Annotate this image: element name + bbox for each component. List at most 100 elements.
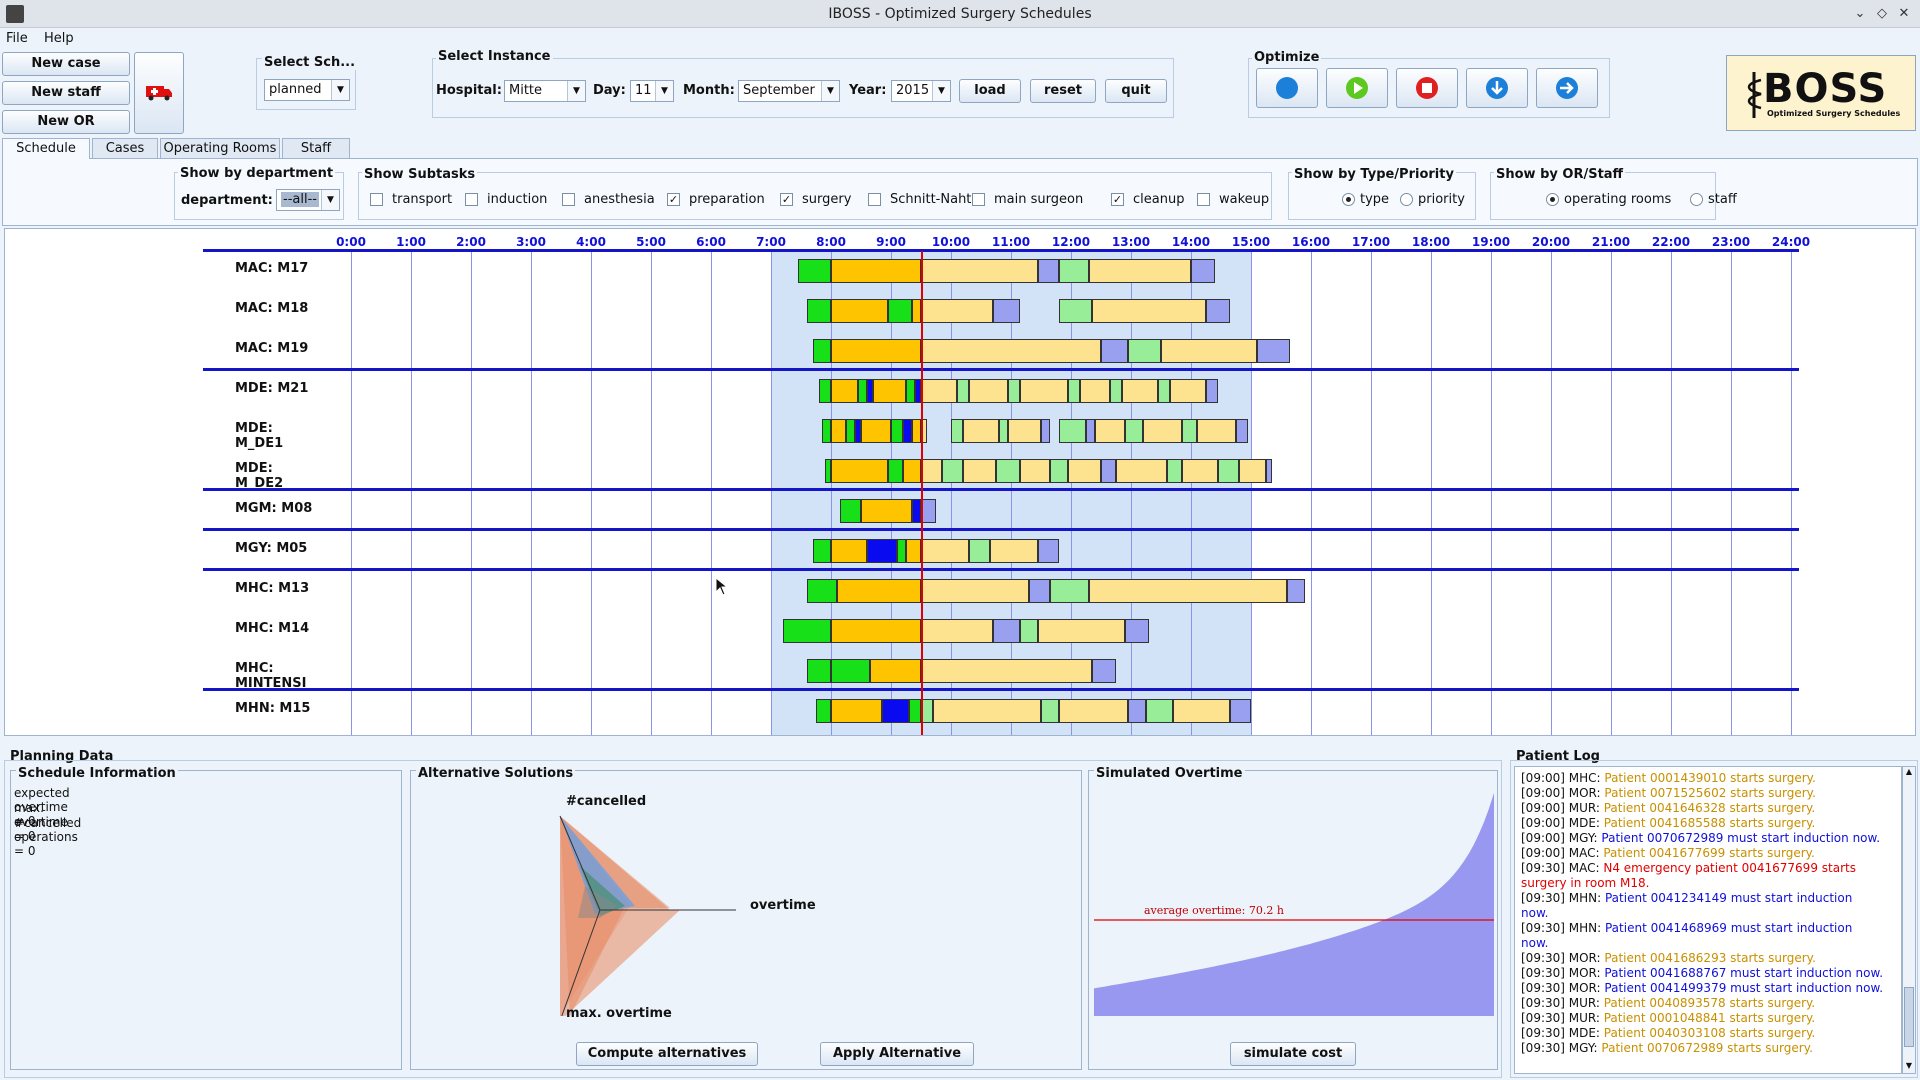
surgery-block[interactable] xyxy=(831,419,846,443)
surgery-block[interactable] xyxy=(921,259,1038,283)
surgery-block[interactable] xyxy=(942,459,963,483)
checkbox-schnitt-naht[interactable] xyxy=(868,193,881,206)
surgery-block[interactable] xyxy=(1167,459,1182,483)
surgery-block[interactable] xyxy=(990,539,1038,563)
surgery-block[interactable] xyxy=(1182,419,1197,443)
surgery-block[interactable] xyxy=(1206,299,1230,323)
surgery-block[interactable] xyxy=(996,459,1020,483)
quit-button[interactable]: quit xyxy=(1105,79,1167,103)
new-or-button[interactable]: New OR xyxy=(2,110,130,134)
surgery-block[interactable] xyxy=(798,259,831,283)
surgery-block[interactable] xyxy=(831,299,888,323)
surgery-block[interactable] xyxy=(912,299,921,323)
surgery-block[interactable] xyxy=(861,499,912,523)
surgery-block[interactable] xyxy=(897,539,906,563)
surgery-block[interactable] xyxy=(1020,619,1038,643)
surgery-block[interactable] xyxy=(888,299,912,323)
surgery-block[interactable] xyxy=(783,619,831,643)
surgery-block[interactable] xyxy=(906,379,915,403)
surgery-block[interactable] xyxy=(891,419,903,443)
checkbox-main-surgeon[interactable] xyxy=(972,193,985,206)
surgery-block[interactable] xyxy=(1059,419,1086,443)
surgery-block[interactable] xyxy=(921,379,957,403)
surgery-block[interactable] xyxy=(1182,459,1218,483)
refresh-button[interactable] xyxy=(1256,68,1318,108)
tab-staff[interactable]: Staff xyxy=(282,138,350,158)
checkbox-preparation[interactable]: ✓ xyxy=(667,193,680,206)
surgery-block[interactable] xyxy=(1158,379,1170,403)
simulate-cost-button[interactable]: simulate cost xyxy=(1230,1042,1356,1066)
surgery-block[interactable] xyxy=(1125,619,1149,643)
surgery-block[interactable] xyxy=(1029,579,1050,603)
radio-operating-rooms[interactable] xyxy=(1546,193,1559,206)
month-combo[interactable]: September ▼ xyxy=(738,80,840,102)
surgery-block[interactable] xyxy=(1020,379,1068,403)
surgery-block[interactable] xyxy=(1038,259,1059,283)
surgery-block[interactable] xyxy=(861,419,891,443)
tab-operating-rooms[interactable]: Operating Rooms xyxy=(160,138,280,158)
surgery-block[interactable] xyxy=(1122,379,1158,403)
surgery-block[interactable] xyxy=(819,379,831,403)
surgery-block[interactable] xyxy=(921,459,942,483)
checkbox-wakeup[interactable] xyxy=(1197,193,1210,206)
surgery-block[interactable] xyxy=(1239,459,1266,483)
department-combo[interactable]: --all-- ▼ xyxy=(276,189,340,211)
year-combo[interactable]: 2015 ▼ xyxy=(891,80,951,102)
forward-button[interactable] xyxy=(1536,68,1598,108)
surgery-block[interactable] xyxy=(831,459,888,483)
surgery-block[interactable] xyxy=(831,539,867,563)
surgery-block[interactable] xyxy=(1191,259,1215,283)
surgery-block[interactable] xyxy=(921,619,993,643)
surgery-block[interactable] xyxy=(1116,459,1167,483)
surgery-block[interactable] xyxy=(969,539,990,563)
surgery-block[interactable] xyxy=(993,299,1020,323)
surgery-block[interactable] xyxy=(1143,419,1182,443)
surgery-block[interactable] xyxy=(1059,699,1128,723)
surgery-block[interactable] xyxy=(1050,579,1089,603)
surgery-block[interactable] xyxy=(1041,699,1059,723)
surgery-block[interactable] xyxy=(1125,419,1143,443)
menu-help[interactable]: Help xyxy=(44,31,74,46)
surgery-block[interactable] xyxy=(813,539,831,563)
surgery-block[interactable] xyxy=(1230,699,1251,723)
surgery-block[interactable] xyxy=(921,299,993,323)
tab-schedule[interactable]: Schedule xyxy=(2,138,90,159)
surgery-block[interactable] xyxy=(921,659,1092,683)
surgery-block[interactable] xyxy=(1068,459,1101,483)
surgery-block[interactable] xyxy=(867,539,897,563)
surgery-block[interactable] xyxy=(1020,459,1050,483)
surgery-block[interactable] xyxy=(903,419,912,443)
surgery-block[interactable] xyxy=(969,379,1008,403)
surgery-block[interactable] xyxy=(807,299,831,323)
surgery-block[interactable] xyxy=(1218,459,1239,483)
surgery-block[interactable] xyxy=(921,539,969,563)
checkbox-transport[interactable] xyxy=(370,193,383,206)
schedule-combo[interactable]: planned ▼ xyxy=(264,79,350,101)
surgery-block[interactable] xyxy=(831,619,921,643)
surgery-block[interactable] xyxy=(963,459,996,483)
radio-staff[interactable] xyxy=(1690,193,1703,206)
surgery-block[interactable] xyxy=(933,699,1041,723)
surgery-block[interactable] xyxy=(1257,339,1290,363)
surgery-block[interactable] xyxy=(1101,459,1116,483)
surgery-block[interactable] xyxy=(873,379,906,403)
surgery-block[interactable] xyxy=(816,699,831,723)
reset-button[interactable]: reset xyxy=(1030,79,1096,103)
minimize-icon[interactable]: ⌄ xyxy=(1850,4,1870,24)
hospital-combo[interactable]: Mitte ▼ xyxy=(504,80,586,102)
surgery-block[interactable] xyxy=(912,419,921,443)
surgery-block[interactable] xyxy=(1008,379,1020,403)
day-combo[interactable]: 11 ▼ xyxy=(630,80,674,102)
surgery-block[interactable] xyxy=(1287,579,1305,603)
surgery-block[interactable] xyxy=(888,459,903,483)
surgery-block[interactable] xyxy=(906,539,921,563)
patient-log-scrollbar[interactable]: ▲ ▼ xyxy=(1902,766,1916,1074)
surgery-block[interactable] xyxy=(807,579,837,603)
surgery-block[interactable] xyxy=(846,419,855,443)
surgery-block[interactable] xyxy=(1059,259,1089,283)
surgery-block[interactable] xyxy=(999,419,1008,443)
surgery-block[interactable] xyxy=(1170,379,1206,403)
surgery-block[interactable] xyxy=(1089,579,1287,603)
surgery-block[interactable] xyxy=(1008,419,1041,443)
surgery-block[interactable] xyxy=(870,659,921,683)
